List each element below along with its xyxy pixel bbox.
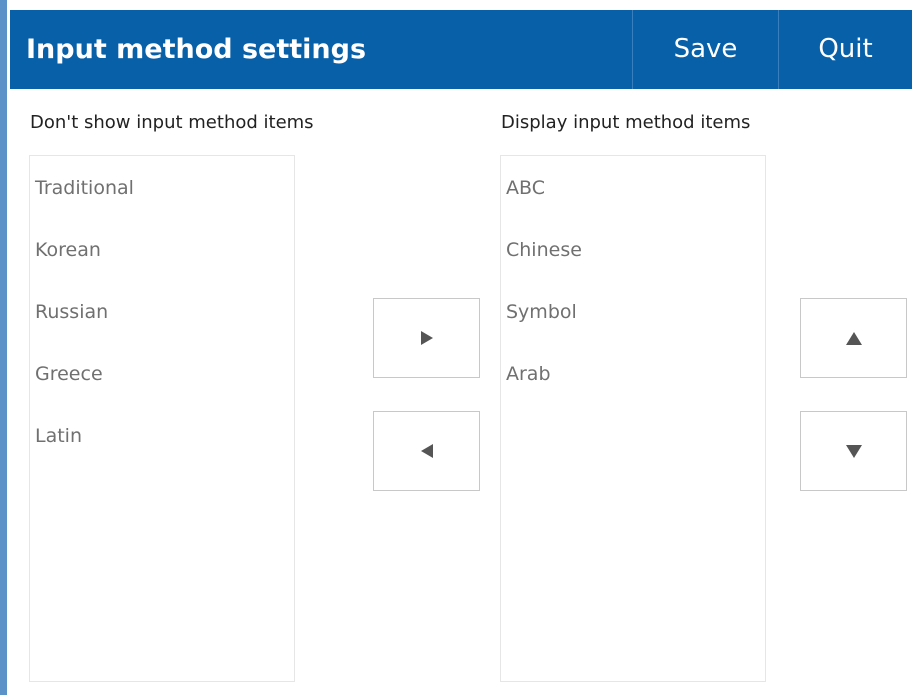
list-item[interactable]: ABC: [506, 176, 545, 200]
quit-button[interactable]: Quit: [779, 10, 912, 89]
move-to-hidden-button[interactable]: [373, 411, 480, 491]
hidden-items-listbox[interactable]: Traditional Korean Russian Greece Latin: [29, 155, 295, 682]
triangle-down-icon: [846, 445, 862, 458]
list-item[interactable]: Russian: [35, 300, 108, 324]
move-to-display-button[interactable]: [373, 298, 480, 378]
shown-items-listbox[interactable]: ABC Chinese Symbol Arab: [500, 155, 766, 682]
triangle-up-icon: [846, 332, 862, 345]
list-item[interactable]: Traditional: [35, 176, 134, 200]
shown-list-label: Display input method items: [501, 112, 751, 133]
hidden-list-label: Don't show input method items: [30, 112, 314, 133]
input-method-settings-window: Input method settings Save Quit Don't sh…: [0, 0, 912, 695]
move-up-button[interactable]: [800, 298, 907, 378]
list-item[interactable]: Symbol: [506, 300, 577, 324]
list-item[interactable]: Arab: [506, 362, 551, 386]
list-item[interactable]: Chinese: [506, 238, 582, 262]
list-item[interactable]: Latin: [35, 424, 82, 448]
page-title: Input method settings: [26, 34, 367, 65]
list-item[interactable]: Greece: [35, 362, 103, 386]
header-bar: Input method settings Save Quit: [10, 10, 912, 89]
save-button[interactable]: Save: [633, 10, 778, 89]
triangle-left-icon: [421, 444, 433, 458]
window-left-edge: [0, 0, 7, 695]
triangle-right-icon: [421, 331, 433, 345]
move-down-button[interactable]: [800, 411, 907, 491]
list-item[interactable]: Korean: [35, 238, 101, 262]
top-strip: [0, 0, 912, 10]
